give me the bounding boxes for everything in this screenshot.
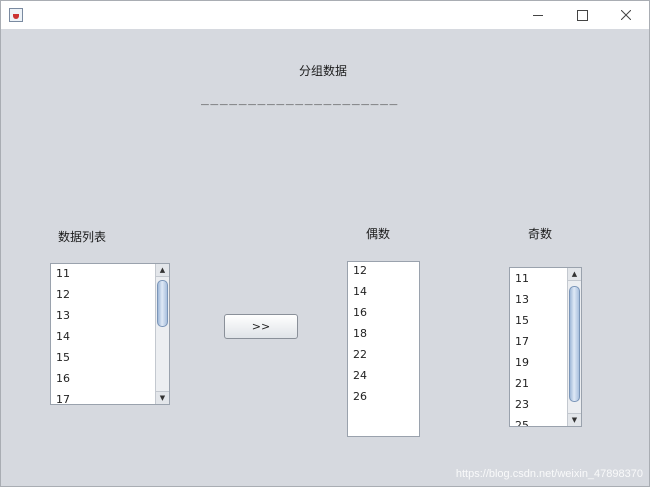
content-panel: 分组数据 _____________________ 数据列表 11 12 13 14… bbox=[1, 29, 649, 486]
odd-list-label: 奇数 bbox=[528, 227, 553, 241]
watermark: https://blog.csdn.net/weixin_47898370 bbox=[455, 468, 643, 480]
list-item[interactable]: 13 bbox=[51, 305, 155, 326]
scroll-up-arrow-icon[interactable]: ▲ bbox=[156, 264, 169, 277]
scroll-up-arrow-icon[interactable]: ▲ bbox=[568, 268, 581, 281]
list-item[interactable]: 19 bbox=[510, 352, 566, 373]
list-item[interactable]: 26 bbox=[348, 386, 419, 407]
scroll-thumb[interactable] bbox=[157, 280, 168, 327]
title-divider: _____________________ bbox=[201, 91, 399, 106]
list-item[interactable]: 11 bbox=[510, 268, 566, 289]
list-item[interactable]: 11 bbox=[51, 264, 155, 284]
list-item[interactable]: 12 bbox=[348, 262, 419, 281]
list-item[interactable]: 24 bbox=[348, 365, 419, 386]
list-item[interactable]: 16 bbox=[51, 368, 155, 389]
data-list-label: 数据列表 bbox=[58, 230, 107, 244]
page-title: 分组数据 bbox=[299, 64, 348, 78]
list-item[interactable]: 15 bbox=[510, 310, 566, 331]
close-icon bbox=[621, 10, 631, 20]
odd-list-items: 11 13 15 17 19 21 23 25 bbox=[510, 268, 566, 426]
list-item[interactable]: 22 bbox=[348, 344, 419, 365]
list-item[interactable]: 13 bbox=[510, 289, 566, 310]
maximize-button[interactable] bbox=[559, 1, 605, 29]
odd-list-scrollbar[interactable]: ▲ ▼ bbox=[567, 268, 581, 426]
list-item[interactable]: 16 bbox=[348, 302, 419, 323]
scroll-thumb[interactable] bbox=[569, 286, 580, 402]
even-list[interactable]: 12 14 16 18 22 24 26 bbox=[347, 261, 420, 437]
data-list[interactable]: 11 12 13 14 15 16 17 ▲ ▼ bbox=[50, 263, 170, 405]
list-item[interactable]: 18 bbox=[348, 323, 419, 344]
list-item[interactable]: 14 bbox=[51, 326, 155, 347]
java-app-icon bbox=[9, 8, 23, 22]
list-item[interactable]: 17 bbox=[510, 331, 566, 352]
even-list-label: 偶数 bbox=[366, 227, 391, 241]
list-item[interactable]: 25 bbox=[510, 415, 566, 426]
list-item[interactable]: 14 bbox=[348, 281, 419, 302]
list-item[interactable]: 21 bbox=[510, 373, 566, 394]
minimize-icon bbox=[533, 15, 543, 16]
title-bar bbox=[1, 1, 649, 29]
list-item[interactable]: 12 bbox=[51, 284, 155, 305]
data-list-items: 11 12 13 14 15 16 17 bbox=[51, 264, 155, 404]
data-list-scrollbar[interactable]: ▲ ▼ bbox=[155, 264, 169, 404]
app-window: 分组数据 _____________________ 数据列表 11 12 13 14… bbox=[0, 0, 650, 487]
list-item[interactable]: 17 bbox=[51, 389, 155, 404]
list-item[interactable]: 15 bbox=[51, 347, 155, 368]
even-list-items: 12 14 16 18 22 24 26 bbox=[348, 262, 419, 407]
maximize-icon bbox=[577, 10, 588, 21]
close-button[interactable] bbox=[603, 1, 649, 29]
scroll-down-arrow-icon[interactable]: ▼ bbox=[156, 391, 169, 404]
minimize-button[interactable] bbox=[515, 1, 561, 29]
scroll-down-arrow-icon[interactable]: ▼ bbox=[568, 413, 581, 426]
odd-list[interactable]: 11 13 15 17 19 21 23 25 ▲ ▼ bbox=[509, 267, 582, 427]
move-button[interactable]: >> bbox=[224, 314, 298, 339]
list-item[interactable]: 23 bbox=[510, 394, 566, 415]
